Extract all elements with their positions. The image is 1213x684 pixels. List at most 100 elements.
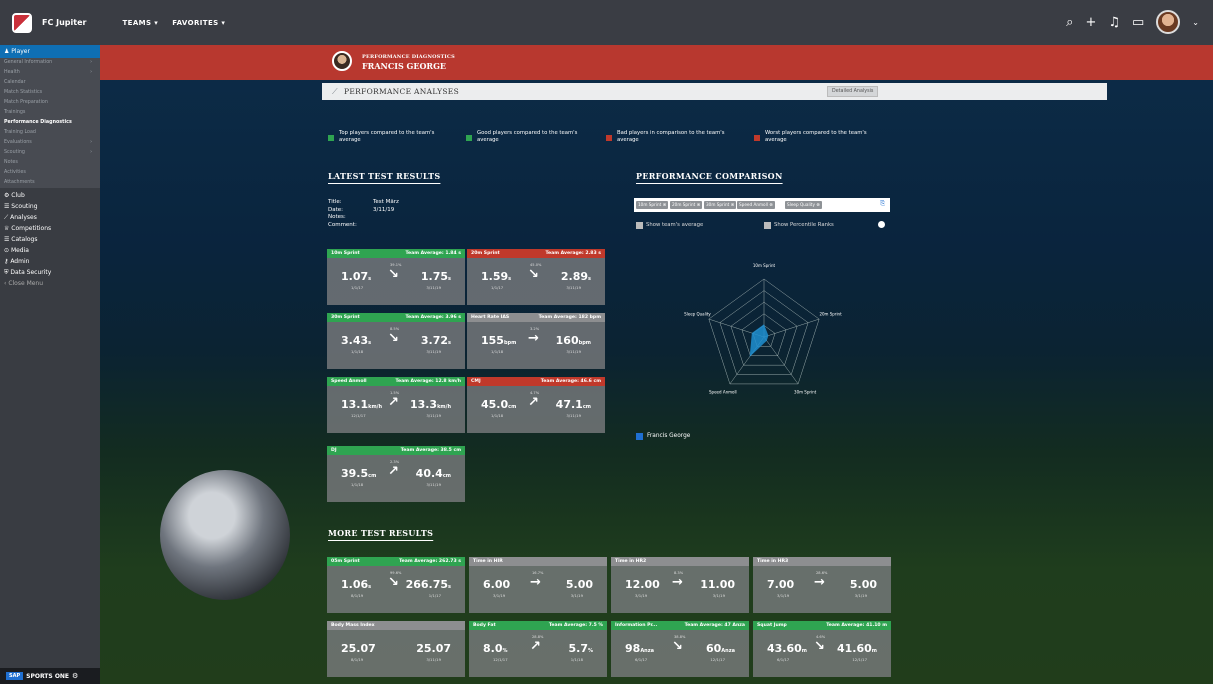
settings-icon[interactable]: ⚙ xyxy=(72,672,78,680)
link-icon[interactable]: ⎘ xyxy=(880,200,885,208)
test-result-card[interactable]: CMJ Team Average: 46.6 cm 45.0cm 47.1cm 1/1/… xyxy=(467,377,605,433)
search-icon[interactable]: ⌕ xyxy=(1066,15,1073,30)
first-date: 1/1/18 xyxy=(491,349,504,354)
latest-value: 5.00 xyxy=(565,578,593,591)
card-header: 10m Sprint Team Average: 1.84 s xyxy=(327,249,465,258)
detailed-analysis-button[interactable]: Detailed Analysis xyxy=(827,86,879,97)
sidebar-subitem[interactable]: General Information › xyxy=(0,58,100,68)
team-average: Team Average: 3.96 s xyxy=(405,315,462,320)
sidebar-subitem[interactable]: Notes xyxy=(0,158,100,168)
test-result-card[interactable]: 30m Sprint Team Average: 3.96 s 3.43s 3.72s… xyxy=(327,313,465,369)
meta-row: Date: 3/11/19 xyxy=(328,207,399,215)
test-result-card[interactable]: Body Mass Index 25.07 25.07 8/1/19 3/11/19 xyxy=(327,621,465,677)
team-average: Team Average: 1.84 s xyxy=(405,251,462,256)
meta-row: Notes: xyxy=(328,214,399,222)
club-logo[interactable] xyxy=(12,12,32,33)
card-body: 25.07 25.07 8/1/19 3/11/19 xyxy=(327,630,465,677)
sidebar-subitem[interactable]: Trainings xyxy=(0,108,100,118)
test-result-card[interactable]: 20m Sprint Team Average: 2.83 s 1.59s 2.89s… xyxy=(467,249,605,305)
test-filter-input[interactable]: ⎘ 10m Sprint ⊗ 20m Sprint ⊗ 30m Sprint ⊗ Sp… xyxy=(634,198,890,212)
sidebar-subitem[interactable]: Activities xyxy=(0,168,100,178)
sidebar-item[interactable]: ⚷ Admin xyxy=(0,256,100,267)
plus-icon[interactable]: + xyxy=(1085,15,1096,30)
sidebar-player[interactable]: ♟ Player xyxy=(0,45,100,58)
card-body: 8.0% 5.7% 12/1/17 1/1/18 28.8% ↗ xyxy=(469,630,607,677)
latest-value: 25.07 xyxy=(416,642,451,655)
latest-value: 160bpm xyxy=(555,334,591,347)
checkbox-box[interactable] xyxy=(764,222,771,229)
sidebar-subitem[interactable]: Health › xyxy=(0,68,100,78)
sidebar-subitem[interactable]: Training Load xyxy=(0,128,100,138)
sidebar-item[interactable]: ☰ Scouting xyxy=(0,201,100,212)
sidebar-subitem[interactable]: Scouting › xyxy=(0,148,100,158)
sidebar-item[interactable]: ♕ Competitions xyxy=(0,223,100,234)
player-subnav: General Information › Health › Calendar Match… xyxy=(0,58,100,188)
whistle-icon[interactable]: ♫ xyxy=(1108,15,1120,30)
card-body: 1.59s 2.89s 1/1/17 3/11/19 45.0% ↘ xyxy=(467,258,605,305)
filter-chip[interactable]: 20m Sprint ⊗ xyxy=(670,201,703,209)
latest-date: 1/1/18 xyxy=(570,657,583,662)
card-body: 155bpm 160bpm 1/1/18 3/11/19 3.2% → xyxy=(467,322,605,369)
test-result-card[interactable]: Time in HIR 6.00 5.00 3/1/19 3/1/19 16.7% → xyxy=(469,557,607,613)
sidebar-item[interactable]: ⊙ Media xyxy=(0,245,100,256)
trend-arrow-icon: → xyxy=(814,575,825,590)
sidebar-item[interactable]: ⚙ Club xyxy=(0,190,100,201)
show-ranks-checkbox[interactable]: Show Percentile Ranks xyxy=(764,222,834,229)
sidebar-subitem[interactable]: Attachments xyxy=(0,178,100,188)
card-header: Squat Jump Team Average: 41.10 m xyxy=(753,621,891,630)
latest-date: 3/11/19 xyxy=(566,413,581,418)
filter-chip[interactable]: 30m Sprint ⊗ xyxy=(704,201,737,209)
test-result-card[interactable]: Squat Jump Team Average: 41.10 m 43.60m 41.… xyxy=(753,621,891,677)
test-result-card[interactable]: Speed Anmoll Team Average: 12.8 km/h 13.1k… xyxy=(327,377,465,433)
first-value: 43.60m xyxy=(767,642,808,655)
test-result-card[interactable]: Time in HR3 7.00 5.00 3/1/19 3/1/19 28.6% → xyxy=(753,557,891,613)
sidebar-item[interactable]: ⟋ Analyses xyxy=(0,212,100,223)
sidebar-subitem[interactable]: Match Statistics xyxy=(0,88,100,98)
trend-arrow-icon: ↗ xyxy=(528,395,539,410)
section-title: PERFORMANCE ANALYSES xyxy=(344,87,460,96)
test-result-card[interactable]: Information Pr... Team Average: 47 Anza 98… xyxy=(611,621,749,677)
latest-date: 3/11/19 xyxy=(566,285,581,290)
header-banner xyxy=(100,45,1213,80)
user-avatar[interactable] xyxy=(1156,10,1181,34)
media-icon: ⊙ xyxy=(4,247,11,254)
checkbox-box[interactable] xyxy=(636,222,643,229)
filter-chip[interactable]: 10m Sprint ⊗ xyxy=(636,201,669,209)
sidebar-subitem[interactable]: Match Preparation xyxy=(0,98,100,108)
sidebar-item[interactable]: ⛨ Data Security xyxy=(0,267,100,278)
test-result-card[interactable]: DJ Team Average: 38.5 cm 39.5cm 40.4cm 1/1/1… xyxy=(327,446,465,502)
sidebar-subitem[interactable]: Calendar xyxy=(0,78,100,88)
card-header: Time in HR2 xyxy=(611,557,749,566)
card-body: 3.43s 3.72s 1/1/18 3/11/19 8.5% ↘ xyxy=(327,322,465,369)
chat-icon[interactable]: ▭ xyxy=(1132,15,1144,30)
brand-name[interactable]: FC Jupiter xyxy=(42,18,86,27)
legend-swatch xyxy=(328,135,334,141)
trend-arrow-icon: ↘ xyxy=(814,639,825,654)
radar-legend: Francis George xyxy=(636,433,690,440)
sidebar-item[interactable]: ☰ Catalogs xyxy=(0,234,100,245)
chevron-down-icon[interactable]: ⌄ xyxy=(1192,18,1199,27)
test-result-card[interactable]: Time in HR2 12.00 11.00 3/1/19 3/1/19 8.3% → xyxy=(611,557,749,613)
filter-chip[interactable]: Sleep Quality ⊗ xyxy=(785,201,822,209)
latest-value: 11.00 xyxy=(700,578,735,591)
test-result-card[interactable]: 10m Sprint Team Average: 1.84 s 1.07s 1.75s… xyxy=(327,249,465,305)
nav-favorites[interactable]: FAVORITES ▾ xyxy=(172,19,225,27)
sidebar-item[interactable]: ‹ Close Menu xyxy=(0,278,100,289)
test-name: Time in HR3 xyxy=(757,559,789,564)
nav-teams[interactable]: TEAMS ▾ xyxy=(122,19,158,27)
test-name: 05m Sprint xyxy=(331,559,360,564)
sidebar: ♟ Player General Information › Health › Cale… xyxy=(0,45,100,684)
sidebar-subitem[interactable]: Evaluations › xyxy=(0,138,100,148)
radar-series-area[interactable] xyxy=(749,324,769,357)
sap-footer[interactable]: SAP SPORTS ONE ⚙ xyxy=(0,668,100,684)
test-name: Squat Jump xyxy=(757,623,787,628)
filter-chip[interactable]: Speed Anmoll ⊗ xyxy=(737,201,775,209)
first-value: 45.0cm xyxy=(481,398,517,411)
test-result-card[interactable]: 05m Sprint Team Average: 262.73 s 1.06s 266… xyxy=(327,557,465,613)
test-result-card[interactable]: Body Fat Team Average: 7.5 % 8.0% 5.7% 12/1/… xyxy=(469,621,607,677)
team-average: Team Average: 182 bpm xyxy=(538,315,601,320)
info-icon[interactable] xyxy=(878,221,885,228)
test-result-card[interactable]: Heart Rate IAS Team Average: 182 bpm 155bp… xyxy=(467,313,605,369)
sidebar-subitem[interactable]: Performance Diagnostics xyxy=(0,118,100,128)
show-average-checkbox[interactable]: Show team's average xyxy=(636,222,703,229)
